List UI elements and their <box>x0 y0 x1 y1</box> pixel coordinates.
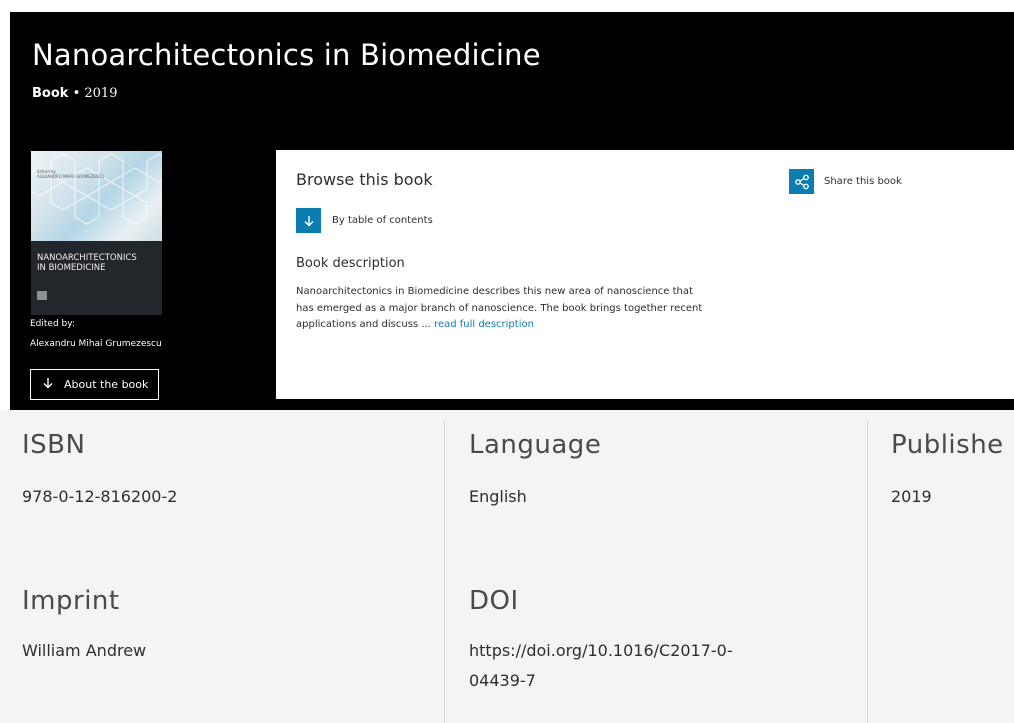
description-line: Nanoarchitectonics in Biomedicine descri… <box>296 286 693 297</box>
language-value: English <box>469 487 527 506</box>
cover-title-line: IN BIOMEDICINE <box>37 263 106 273</box>
cover-artwork: Edited by ALEXANDRU MIHAI GRUMEZESCU <box>31 151 162 241</box>
share-icon <box>789 169 814 194</box>
edited-by-label: Edited by: <box>30 319 75 329</box>
book-cover: Edited by ALEXANDRU MIHAI GRUMEZESCU NAN… <box>31 151 162 315</box>
cover-title-line: NANOARCHITECTONICS <box>37 253 137 263</box>
doi-value-line: 04439-7 <box>469 671 536 690</box>
share-label: Share this book <box>824 176 902 187</box>
book-description-heading: Book description <box>296 256 405 271</box>
description-line-text: applications and discuss ... <box>296 319 431 330</box>
book-meta: Book • 2019 <box>32 86 117 101</box>
column-divider <box>867 420 868 723</box>
about-the-book-label: About the book <box>64 378 149 391</box>
published-value: 2019 <box>891 487 932 506</box>
about-the-book-button[interactable]: About the book <box>30 369 159 400</box>
arrow-down-icon <box>41 377 55 393</box>
description-line-last: applications and discuss ... read full d… <box>296 317 766 334</box>
book-title: Nanoarchitectonics in Biomedicine <box>32 38 541 72</box>
hexagon-pattern <box>31 153 162 225</box>
published-label: Publishe <box>891 430 1004 460</box>
meta-separator: • <box>72 86 81 101</box>
cover-editor-text: Edited by ALEXANDRU MIHAI GRUMEZESCU <box>37 169 104 179</box>
column-divider <box>444 420 445 723</box>
language-label: Language <box>469 430 602 460</box>
description-line: has emerged as a major branch of nanosci… <box>296 302 703 314</box>
doi-value-line: https://doi.org/10.1016/C2017-0- <box>469 641 733 660</box>
doi-label: DOI <box>469 586 519 616</box>
isbn-label: ISBN <box>22 430 86 460</box>
doi-value: https://doi.org/10.1016/C2017-0- 04439-7 <box>469 636 733 696</box>
imprint-label: Imprint <box>22 586 120 616</box>
read-full-description-link[interactable]: read full description <box>434 319 534 330</box>
editor-name: Alexandru Mihai Grumezescu <box>30 339 162 349</box>
imprint-value: William Andrew <box>22 641 147 660</box>
book-description-text: Nanoarchitectonics in Biomedicine descri… <box>296 284 766 334</box>
share-book-button[interactable]: Share this book <box>789 169 902 194</box>
cover-editor-name: ALEXANDRU MIHAI GRUMEZESCU <box>37 174 105 179</box>
isbn-value: 978-0-12-816200-2 <box>22 487 178 506</box>
browse-title: Browse this book <box>296 170 433 189</box>
book-type: Book <box>32 86 69 101</box>
book-details: ISBN 978-0-12-816200-2 Language English … <box>0 410 1014 723</box>
table-of-contents-link[interactable]: By table of contents <box>296 208 433 233</box>
publisher-logo <box>37 291 47 300</box>
browse-panel: Browse this book By table of contents Sh… <box>276 150 1014 399</box>
book-year: 2019 <box>84 86 118 101</box>
cover-title: NANOARCHITECTONICS IN BIOMEDICINE <box>37 253 137 273</box>
toc-label: By table of contents <box>332 215 433 226</box>
arrow-down-icon <box>296 208 321 233</box>
